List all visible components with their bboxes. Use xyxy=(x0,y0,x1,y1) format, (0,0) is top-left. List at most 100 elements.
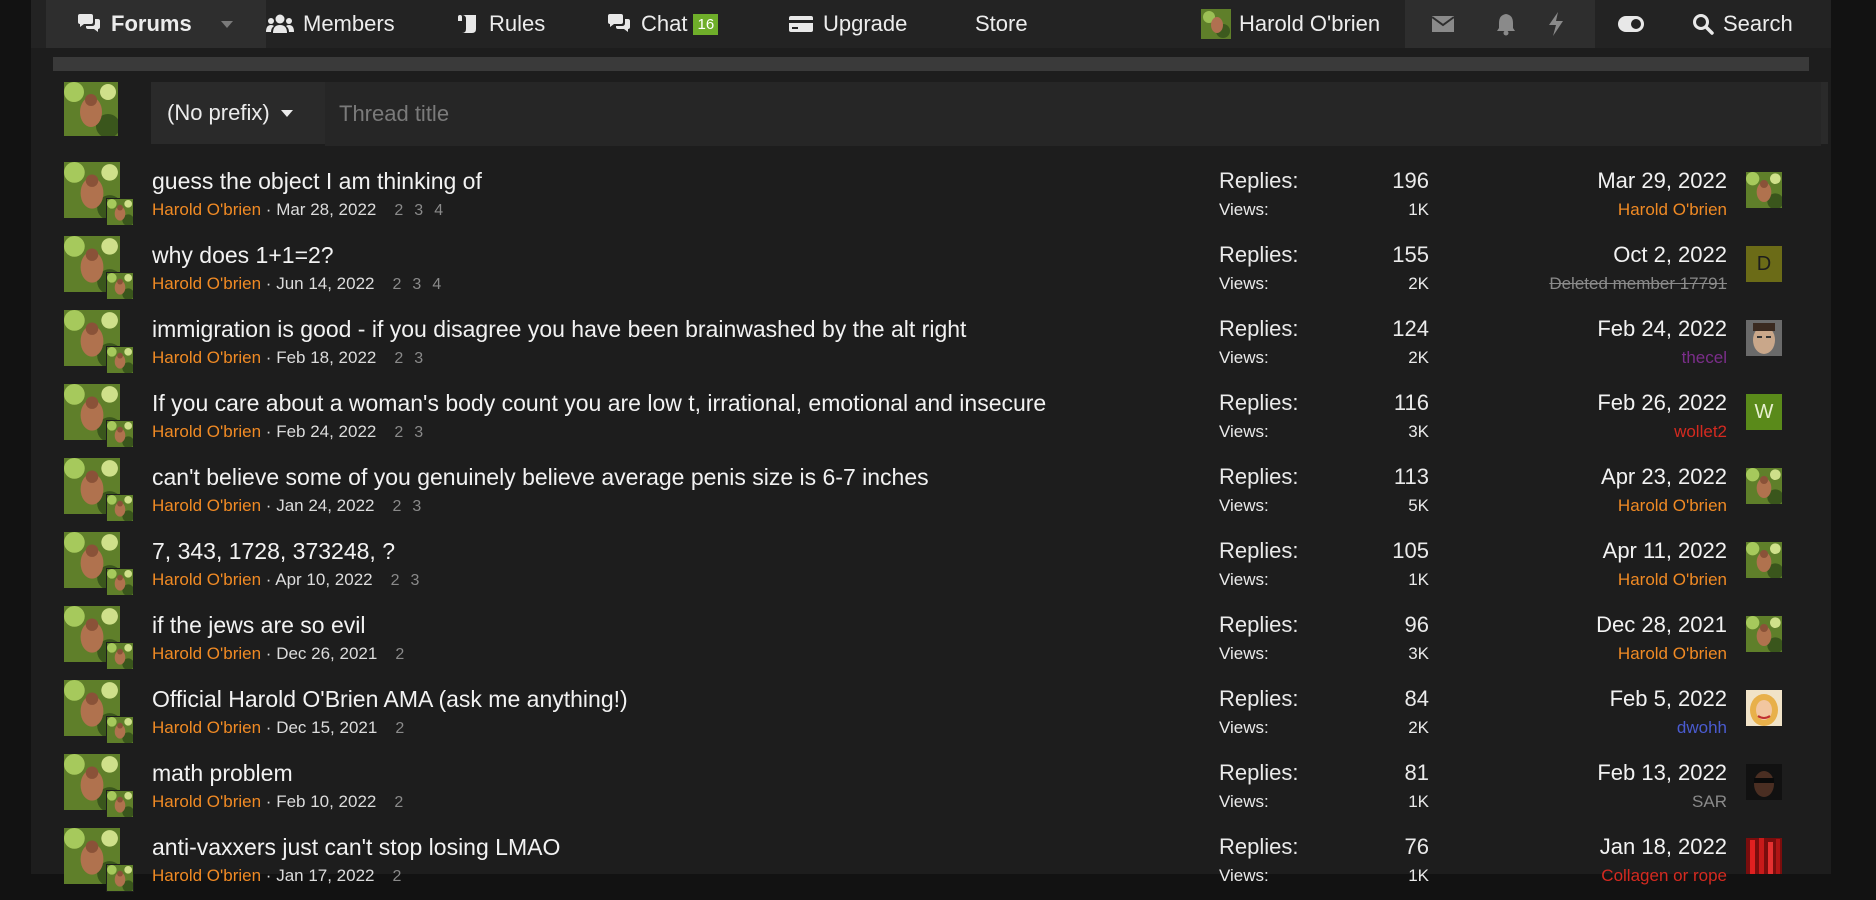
last-post-avatar[interactable]: D xyxy=(1746,246,1782,282)
thread-author[interactable]: Harold O'brien xyxy=(152,496,261,515)
last-post-user[interactable]: thecel xyxy=(1682,348,1727,368)
thread-start-date[interactable]: Apr 10, 2022 xyxy=(275,570,372,589)
last-post-avatar[interactable] xyxy=(1746,542,1782,578)
thread-author[interactable]: Harold O'brien xyxy=(152,200,261,219)
thread-row[interactable]: why does 1+1=2? Harold O'brien · Jun 14, … xyxy=(31,234,1831,308)
last-post-user[interactable]: Harold O'brien xyxy=(1618,200,1727,220)
thread-author[interactable]: Harold O'brien xyxy=(152,644,261,663)
thread-author[interactable]: Harold O'brien xyxy=(152,274,261,293)
bell-icon[interactable] xyxy=(1486,0,1526,48)
thread-title[interactable]: why does 1+1=2? xyxy=(152,242,334,269)
thread-title[interactable]: guess the object I am thinking of xyxy=(152,168,482,195)
last-post-user[interactable]: Deleted member 17791 xyxy=(1549,274,1727,294)
page-link[interactable]: 2 xyxy=(394,350,404,367)
thread-author[interactable]: Harold O'brien xyxy=(152,718,261,737)
envelope-icon[interactable] xyxy=(1423,0,1463,48)
nav-chat[interactable]: Chat 16 xyxy=(606,0,719,48)
thread-row[interactable]: Official Harold O'Brien AMA (ask me anyt… xyxy=(31,678,1831,752)
last-post-date[interactable]: Jan 18, 2022 xyxy=(1600,834,1727,860)
page-link[interactable]: 2 xyxy=(395,720,405,737)
page-link[interactable]: 3 xyxy=(414,424,424,441)
page-link[interactable]: 2 xyxy=(395,646,405,663)
toggle-icon[interactable] xyxy=(1609,0,1653,48)
chevron-down-icon[interactable] xyxy=(220,19,234,29)
thread-title[interactable]: If you care about a woman's body count y… xyxy=(152,390,1046,417)
last-post-date[interactable]: Mar 29, 2022 xyxy=(1597,168,1727,194)
thread-start-date[interactable]: Mar 28, 2022 xyxy=(276,200,376,219)
last-post-user[interactable]: Collagen or rope xyxy=(1601,866,1727,886)
thread-start-date[interactable]: Dec 15, 2021 xyxy=(276,718,377,737)
page-link[interactable]: 2 xyxy=(394,794,404,811)
nav-store[interactable]: Store xyxy=(975,0,1028,48)
page-link[interactable]: 3 xyxy=(412,276,422,293)
thread-title[interactable]: anti-vaxxers just can't stop losing LMAO xyxy=(152,834,560,861)
thread-row[interactable]: 7, 343, 1728, 373248, ? Harold O'brien · … xyxy=(31,530,1831,604)
last-post-date[interactable]: Dec 28, 2021 xyxy=(1596,612,1727,638)
last-post-date[interactable]: Feb 13, 2022 xyxy=(1597,760,1727,786)
thread-row[interactable]: can't believe some of you genuinely beli… xyxy=(31,456,1831,530)
last-post-avatar[interactable] xyxy=(1746,320,1782,356)
nav-members[interactable]: Members xyxy=(266,0,395,48)
last-post-date[interactable]: Feb 26, 2022 xyxy=(1597,390,1727,416)
thread-title[interactable]: math problem xyxy=(152,760,293,787)
thread-row[interactable]: math problem Harold O'brien · Feb 10, 202… xyxy=(31,752,1831,826)
page-link[interactable]: 3 xyxy=(414,350,424,367)
thread-start-date[interactable]: Dec 26, 2021 xyxy=(276,644,377,663)
last-post-date[interactable]: Oct 2, 2022 xyxy=(1613,242,1727,268)
last-post-user[interactable]: Harold O'brien xyxy=(1618,496,1727,516)
last-post-date[interactable]: Apr 23, 2022 xyxy=(1601,464,1727,490)
page-link[interactable]: 3 xyxy=(411,572,421,589)
thread-author[interactable]: Harold O'brien xyxy=(152,422,261,441)
thread-start-date[interactable]: Jan 17, 2022 xyxy=(276,866,374,885)
page-link[interactable]: 2 xyxy=(393,868,403,885)
last-post-avatar[interactable] xyxy=(1746,468,1782,504)
thread-title[interactable]: can't believe some of you genuinely beli… xyxy=(152,464,929,491)
page-link[interactable]: 2 xyxy=(393,276,403,293)
last-post-date[interactable]: Apr 11, 2022 xyxy=(1603,538,1727,564)
page-link[interactable]: 2 xyxy=(394,424,404,441)
thread-start-date[interactable]: Jan 24, 2022 xyxy=(276,496,374,515)
last-post-user[interactable]: SAR xyxy=(1692,792,1727,812)
last-post-user[interactable]: wollet2 xyxy=(1674,422,1727,442)
prefix-dropdown[interactable]: (No prefix) xyxy=(167,82,294,144)
thread-start-date[interactable]: Feb 10, 2022 xyxy=(276,792,376,811)
last-post-avatar[interactable] xyxy=(1746,838,1782,874)
thread-row[interactable]: If you care about a woman's body count y… xyxy=(31,382,1831,456)
last-post-avatar[interactable] xyxy=(1746,690,1782,726)
thread-title[interactable]: Official Harold O'Brien AMA (ask me anyt… xyxy=(152,686,628,713)
nav-rules[interactable]: Rules xyxy=(456,0,545,48)
last-post-avatar[interactable]: W xyxy=(1746,394,1782,430)
last-post-date[interactable]: Feb 5, 2022 xyxy=(1610,686,1727,712)
thread-row[interactable]: guess the object I am thinking of Harold … xyxy=(31,160,1831,234)
page-link[interactable]: 4 xyxy=(432,276,442,293)
last-post-user[interactable]: dwohh xyxy=(1677,718,1727,738)
bolt-icon[interactable] xyxy=(1536,0,1576,48)
last-post-avatar[interactable] xyxy=(1746,764,1782,800)
last-post-avatar[interactable] xyxy=(1746,172,1782,208)
page-link[interactable]: 2 xyxy=(391,572,401,589)
thread-start-date[interactable]: Feb 18, 2022 xyxy=(276,348,376,367)
thread-author[interactable]: Harold O'brien xyxy=(152,792,261,811)
page-link[interactable]: 4 xyxy=(434,202,444,219)
nav-search[interactable]: Search xyxy=(1692,0,1793,48)
thread-title[interactable]: 7, 343, 1728, 373248, ? xyxy=(152,538,395,565)
thread-author[interactable]: Harold O'brien xyxy=(152,570,261,589)
page-link[interactable]: 3 xyxy=(414,202,424,219)
thread-row[interactable]: anti-vaxxers just can't stop losing LMAO… xyxy=(31,826,1831,900)
thread-author[interactable]: Harold O'brien xyxy=(152,348,261,367)
thread-row[interactable]: if the jews are so evil Harold O'brien · … xyxy=(31,604,1831,678)
page-link[interactable]: 3 xyxy=(412,498,422,515)
thread-title[interactable]: immigration is good - if you disagree yo… xyxy=(152,316,966,343)
page-link[interactable]: 2 xyxy=(394,202,404,219)
thread-author[interactable]: Harold O'brien xyxy=(152,866,261,885)
thread-start-date[interactable]: Jun 14, 2022 xyxy=(276,274,374,293)
nav-upgrade[interactable]: Upgrade xyxy=(788,0,907,48)
last-post-user[interactable]: Harold O'brien xyxy=(1618,644,1727,664)
nav-user-menu[interactable]: Harold O'brien xyxy=(1201,0,1380,48)
last-post-avatar[interactable] xyxy=(1746,616,1782,652)
thread-title-input[interactable] xyxy=(325,82,1821,146)
last-post-user[interactable]: Harold O'brien xyxy=(1618,570,1727,590)
last-post-date[interactable]: Feb 24, 2022 xyxy=(1597,316,1727,342)
nav-forums[interactable]: Forums xyxy=(46,0,266,48)
thread-row[interactable]: immigration is good - if you disagree yo… xyxy=(31,308,1831,382)
